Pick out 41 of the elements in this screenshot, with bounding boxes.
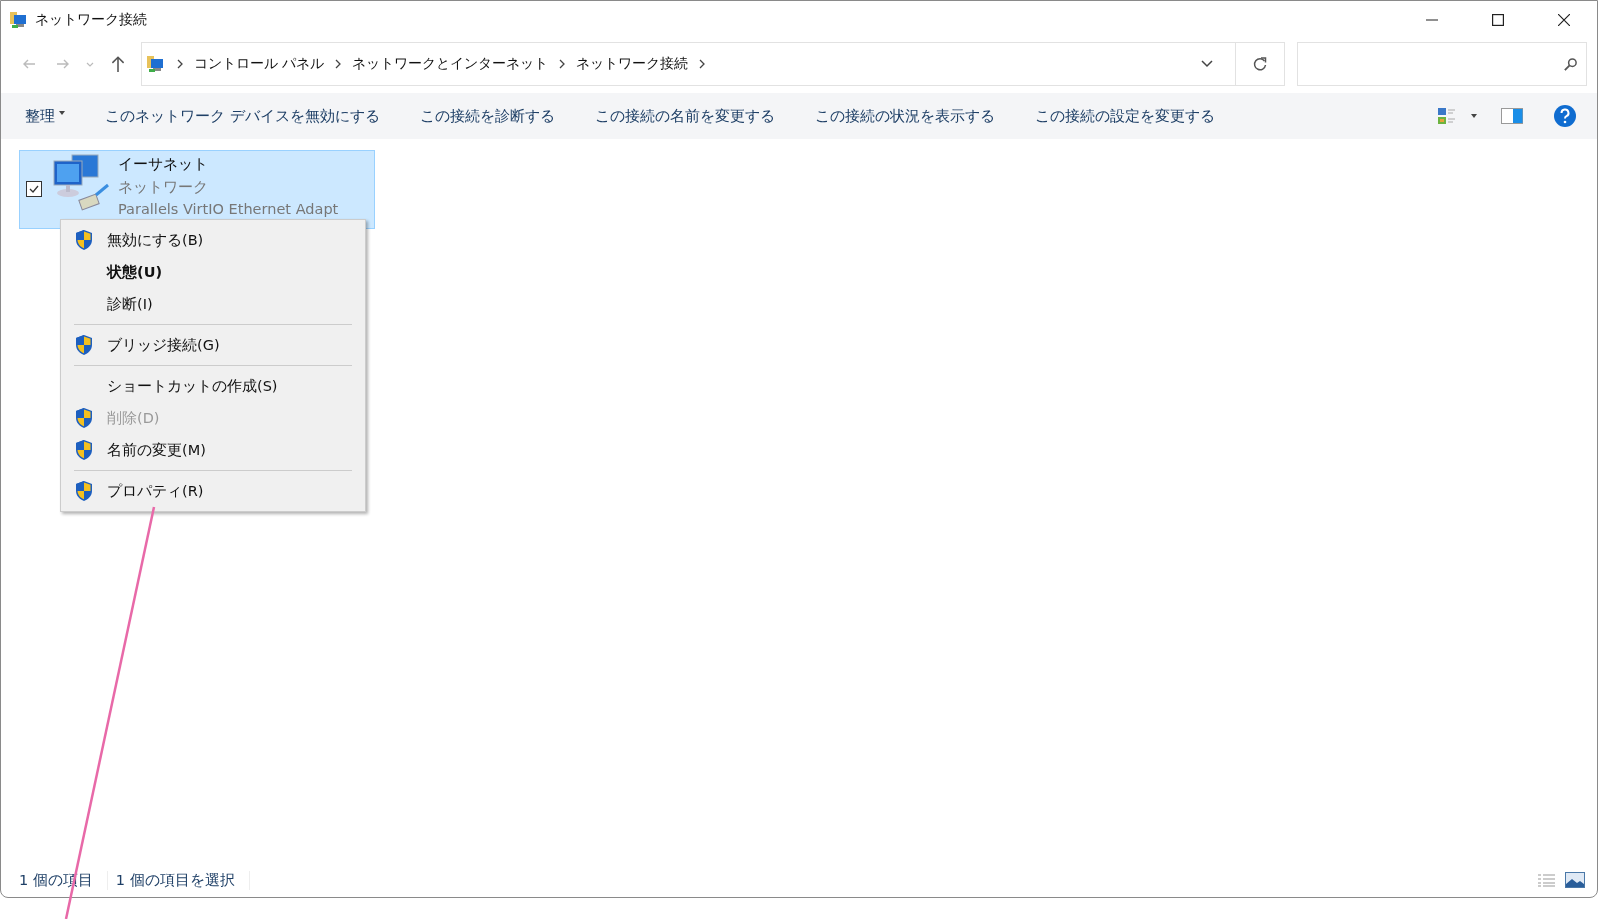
command-button[interactable]: この接続の状況を表示する	[800, 100, 1009, 132]
refresh-icon[interactable]	[1252, 56, 1268, 72]
network-folder-icon	[9, 10, 29, 30]
command-button[interactable]: このネットワーク デバイスを無効にする	[91, 100, 394, 132]
up-arrow-icon[interactable]	[109, 55, 127, 73]
organize-menu-button[interactable]: 整理	[11, 100, 79, 132]
search-icon	[1563, 56, 1578, 72]
command-button[interactable]: この接続を診断する	[405, 100, 569, 132]
menu-item[interactable]: 状態(U)	[61, 256, 365, 288]
maximize-icon	[1492, 14, 1504, 26]
checkbox[interactable]	[26, 181, 42, 197]
dropdown-caret-icon[interactable]	[1471, 114, 1477, 118]
network-folder-icon	[146, 54, 166, 74]
menu-item[interactable]: ブリッジ接続(G)	[61, 329, 365, 361]
command-button[interactable]: この接続の設定を変更する	[1020, 100, 1229, 132]
dropdown-caret-icon[interactable]	[1201, 60, 1213, 68]
chevron-icon	[176, 59, 184, 69]
preview-pane-icon[interactable]	[1501, 108, 1523, 124]
window-title: ネットワーク接続	[35, 11, 147, 29]
help-icon[interactable]	[1553, 104, 1577, 128]
breadcrumb-item[interactable]: ネットワーク接続	[576, 55, 689, 73]
menu-item[interactable]: 名前の変更(M)	[61, 434, 365, 466]
adapter-name: Parallels VirtIO Ethernet Adapt	[118, 201, 339, 217]
caret-icon	[59, 111, 65, 115]
chevron-icon[interactable]	[558, 59, 567, 69]
address-bar[interactable]: コントロール パネル ネットワークとインターネット ネットワーク接続	[141, 42, 1285, 86]
menu-item[interactable]: ショートカットの作成(S)	[61, 370, 365, 402]
breadcrumb-item[interactable]: ネットワークとインターネット	[352, 55, 549, 73]
status-text: 1 個の項目を選択	[115, 870, 250, 890]
checkmark-icon	[28, 183, 40, 195]
command-button[interactable]: この接続の名前を変更する	[580, 100, 789, 132]
connection-network: ネットワーク	[118, 178, 209, 197]
search-field[interactable]	[1297, 42, 1587, 86]
close-icon	[1558, 14, 1570, 26]
connection-name: イーサネット	[118, 155, 209, 174]
chevron-icon[interactable]	[334, 59, 343, 69]
chevron-icon[interactable]	[698, 59, 707, 69]
menu-item[interactable]: プロパティ(R)	[61, 475, 365, 507]
breadcrumb-item[interactable]: コントロール パネル	[194, 55, 325, 73]
large-icons-view-icon[interactable]	[1565, 872, 1585, 888]
menu-item[interactable]: 診断(I)	[61, 288, 365, 320]
